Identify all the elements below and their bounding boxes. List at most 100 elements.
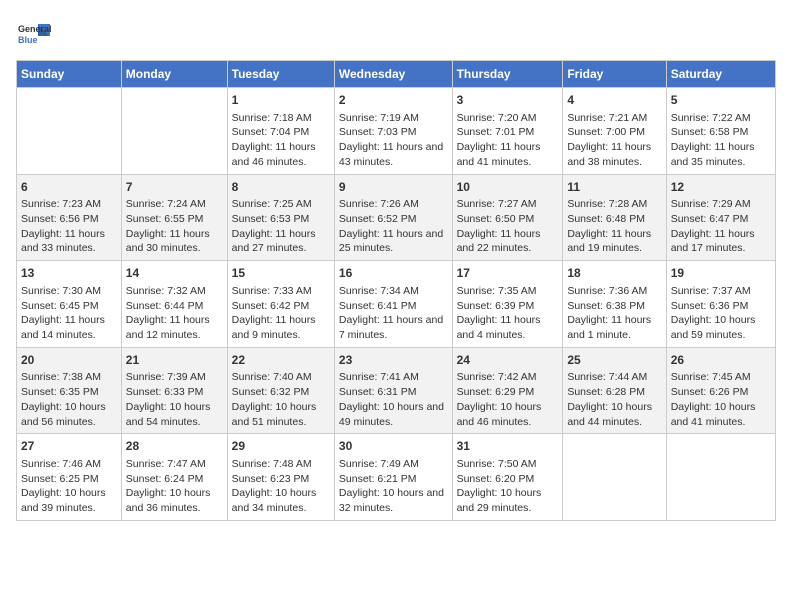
calendar-cell: 10Sunrise: 7:27 AMSunset: 6:50 PMDayligh… [452,174,563,261]
calendar-cell: 24Sunrise: 7:42 AMSunset: 6:29 PMDayligh… [452,347,563,434]
cell-content: Sunrise: 7:49 AMSunset: 6:21 PMDaylight:… [339,457,448,516]
calendar-cell: 1 Sunrise: 7:18 AMSunset: 7:04 PMDaylight… [227,88,334,175]
calendar-cell: 6Sunrise: 7:23 AMSunset: 6:56 PMDaylight… [17,174,122,261]
day-number: 17 [457,265,559,282]
cell-content: Sunrise: 7:50 AMSunset: 6:20 PMDaylight:… [457,457,559,516]
calendar-cell: 25Sunrise: 7:44 AMSunset: 6:28 PMDayligh… [563,347,666,434]
cell-content: Sunrise: 7:23 AMSunset: 6:56 PMDaylight:… [21,197,117,256]
cell-content: Sunrise: 7:28 AMSunset: 6:48 PMDaylight:… [567,197,661,256]
calendar-week-row: 13 Sunrise: 7:30 AMSunset: 6:45 PMDayligh… [17,261,776,348]
cell-content: Sunrise: 7:36 AMSunset: 6:38 PMDaylight:… [567,284,661,343]
day-number: 20 [21,352,117,369]
calendar-week-row: 1 Sunrise: 7:18 AMSunset: 7:04 PMDaylight… [17,88,776,175]
calendar-header-row: SundayMondayTuesdayWednesdayThursdayFrid… [17,61,776,88]
cell-content: Sunrise: 7:21 AMSunset: 7:00 PMDaylight:… [567,111,661,170]
cell-content: Sunrise: 7:37 AMSunset: 6:36 PMDaylight:… [671,284,771,343]
day-number: 12 [671,179,771,196]
calendar-cell: 4 Sunrise: 7:21 AMSunset: 7:00 PMDaylight… [563,88,666,175]
cell-content: Sunrise: 7:26 AMSunset: 6:52 PMDaylight:… [339,197,448,256]
day-number: 11 [567,179,661,196]
cell-content: Sunrise: 7:45 AMSunset: 6:26 PMDaylight:… [671,370,771,429]
cell-content: Sunrise: 7:42 AMSunset: 6:29 PMDaylight:… [457,370,559,429]
calendar-cell: 22Sunrise: 7:40 AMSunset: 6:32 PMDayligh… [227,347,334,434]
day-of-week-header: Tuesday [227,61,334,88]
calendar-cell [666,434,775,521]
cell-content: Sunrise: 7:39 AMSunset: 6:33 PMDaylight:… [126,370,223,429]
cell-content: Sunrise: 7:48 AMSunset: 6:23 PMDaylight:… [232,457,330,516]
day-of-week-header: Thursday [452,61,563,88]
day-of-week-header: Friday [563,61,666,88]
day-number: 30 [339,438,448,455]
day-number: 15 [232,265,330,282]
calendar-week-row: 27 Sunrise: 7:46 AMSunset: 6:25 PMDayligh… [17,434,776,521]
day-number: 13 [21,265,117,282]
cell-content: Sunrise: 7:25 AMSunset: 6:53 PMDaylight:… [232,197,330,256]
cell-content: Sunrise: 7:18 AMSunset: 7:04 PMDaylight:… [232,111,330,170]
day-number: 21 [126,352,223,369]
logo: General Blue [16,16,52,52]
calendar-cell: 26Sunrise: 7:45 AMSunset: 6:26 PMDayligh… [666,347,775,434]
calendar-cell [17,88,122,175]
cell-content: Sunrise: 7:24 AMSunset: 6:55 PMDaylight:… [126,197,223,256]
calendar-cell: 14 Sunrise: 7:32 AMSunset: 6:44 PMDayligh… [121,261,227,348]
cell-content: Sunrise: 7:38 AMSunset: 6:35 PMDaylight:… [21,370,117,429]
day-number: 3 [457,92,559,109]
calendar-week-row: 20Sunrise: 7:38 AMSunset: 6:35 PMDayligh… [17,347,776,434]
cell-content: Sunrise: 7:20 AMSunset: 7:01 PMDaylight:… [457,111,559,170]
logo-icon: General Blue [16,16,52,52]
day-number: 24 [457,352,559,369]
day-number: 8 [232,179,330,196]
calendar-cell: 31Sunrise: 7:50 AMSunset: 6:20 PMDayligh… [452,434,563,521]
day-number: 2 [339,92,448,109]
day-number: 23 [339,352,448,369]
day-number: 5 [671,92,771,109]
day-number: 7 [126,179,223,196]
day-of-week-header: Wednesday [334,61,452,88]
day-number: 16 [339,265,448,282]
svg-text:Blue: Blue [18,35,38,45]
calendar-cell: 7Sunrise: 7:24 AMSunset: 6:55 PMDaylight… [121,174,227,261]
cell-content: Sunrise: 7:33 AMSunset: 6:42 PMDaylight:… [232,284,330,343]
calendar-week-row: 6Sunrise: 7:23 AMSunset: 6:56 PMDaylight… [17,174,776,261]
calendar-cell: 11Sunrise: 7:28 AMSunset: 6:48 PMDayligh… [563,174,666,261]
day-number: 1 [232,92,330,109]
day-number: 19 [671,265,771,282]
cell-content: Sunrise: 7:30 AMSunset: 6:45 PMDaylight:… [21,284,117,343]
calendar-cell: 20Sunrise: 7:38 AMSunset: 6:35 PMDayligh… [17,347,122,434]
cell-content: Sunrise: 7:35 AMSunset: 6:39 PMDaylight:… [457,284,559,343]
day-number: 10 [457,179,559,196]
day-of-week-header: Monday [121,61,227,88]
calendar-cell: 17 Sunrise: 7:35 AMSunset: 6:39 PMDayligh… [452,261,563,348]
calendar-cell [563,434,666,521]
calendar-cell: 5 Sunrise: 7:22 AMSunset: 6:58 PMDaylight… [666,88,775,175]
day-number: 29 [232,438,330,455]
cell-content: Sunrise: 7:34 AMSunset: 6:41 PMDaylight:… [339,284,448,343]
day-number: 14 [126,265,223,282]
day-number: 22 [232,352,330,369]
day-number: 27 [21,438,117,455]
calendar-cell: 3 Sunrise: 7:20 AMSunset: 7:01 PMDaylight… [452,88,563,175]
calendar-cell: 16 Sunrise: 7:34 AMSunset: 6:41 PMDayligh… [334,261,452,348]
calendar-cell: 2 Sunrise: 7:19 AMSunset: 7:03 PMDaylight… [334,88,452,175]
calendar-table: SundayMondayTuesdayWednesdayThursdayFrid… [16,60,776,521]
day-number: 4 [567,92,661,109]
calendar-cell: 30 Sunrise: 7:49 AMSunset: 6:21 PMDayligh… [334,434,452,521]
day-number: 26 [671,352,771,369]
cell-content: Sunrise: 7:41 AMSunset: 6:31 PMDaylight:… [339,370,448,429]
calendar-cell [121,88,227,175]
cell-content: Sunrise: 7:19 AMSunset: 7:03 PMDaylight:… [339,111,448,170]
day-of-week-header: Sunday [17,61,122,88]
calendar-cell: 23Sunrise: 7:41 AMSunset: 6:31 PMDayligh… [334,347,452,434]
cell-content: Sunrise: 7:22 AMSunset: 6:58 PMDaylight:… [671,111,771,170]
cell-content: Sunrise: 7:32 AMSunset: 6:44 PMDaylight:… [126,284,223,343]
calendar-cell: 8Sunrise: 7:25 AMSunset: 6:53 PMDaylight… [227,174,334,261]
day-number: 9 [339,179,448,196]
calendar-cell: 9Sunrise: 7:26 AMSunset: 6:52 PMDaylight… [334,174,452,261]
calendar-cell: 18Sunrise: 7:36 AMSunset: 6:38 PMDayligh… [563,261,666,348]
day-number: 28 [126,438,223,455]
page-header: General Blue [16,16,776,52]
cell-content: Sunrise: 7:46 AMSunset: 6:25 PMDaylight:… [21,457,117,516]
calendar-cell: 29 Sunrise: 7:48 AMSunset: 6:23 PMDayligh… [227,434,334,521]
cell-content: Sunrise: 7:29 AMSunset: 6:47 PMDaylight:… [671,197,771,256]
calendar-cell: 13 Sunrise: 7:30 AMSunset: 6:45 PMDayligh… [17,261,122,348]
